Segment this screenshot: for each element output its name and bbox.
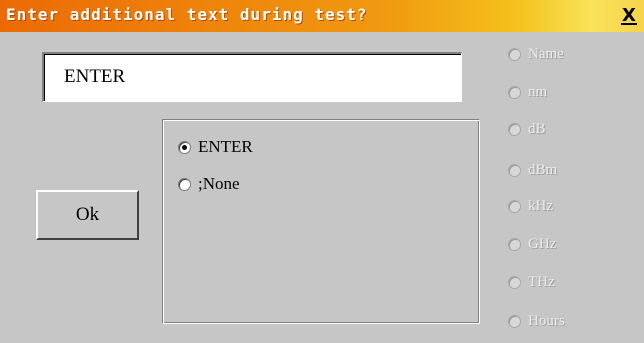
unit-radio-hours[interactable]: Hours: [508, 313, 565, 330]
radio-unselected-icon: [178, 177, 191, 191]
unit-radio-khz[interactable]: kHz: [508, 198, 553, 215]
radio-disabled-icon: [508, 276, 521, 289]
unit-label-nm: nm: [528, 84, 548, 100]
close-underline: [621, 23, 637, 25]
unit-label-hours: Hours: [528, 313, 565, 329]
unit-label-name: Name: [528, 46, 564, 62]
unit-label-dbm: dBm: [528, 162, 558, 178]
option-label-enter: ENTER: [198, 137, 253, 156]
window-title: Enter additional text during test?: [6, 5, 368, 24]
radio-disabled-icon: [508, 315, 521, 328]
unit-radio-db[interactable]: dB: [508, 121, 546, 138]
unit-radio-nm[interactable]: nm: [508, 84, 547, 101]
unit-radio-name[interactable]: Name: [508, 46, 564, 63]
radio-disabled-icon: [508, 200, 521, 213]
option-radio-enter[interactable]: ENTER: [178, 137, 253, 157]
radio-disabled-icon: [508, 164, 521, 177]
option-label-none: ;None: [198, 174, 240, 193]
unit-label-thz: THz: [528, 274, 555, 290]
unit-radio-ghz[interactable]: GHz: [508, 236, 556, 253]
radio-disabled-icon: [508, 238, 521, 251]
unit-radio-dbm[interactable]: dBm: [508, 162, 557, 179]
dialog-window: Enter additional text during test? X ENT…: [0, 0, 644, 343]
radio-disabled-icon: [508, 123, 521, 136]
unit-label-db: dB: [528, 121, 546, 137]
text-entry-field[interactable]: ENTER: [42, 52, 462, 102]
option-radio-none[interactable]: ;None: [178, 174, 240, 194]
close-button[interactable]: X: [618, 5, 640, 27]
unit-label-khz: kHz: [528, 198, 553, 214]
unit-radio-thz[interactable]: THz: [508, 274, 555, 291]
radio-selected-icon: [178, 140, 191, 154]
radio-disabled-icon: [508, 48, 521, 61]
radio-disabled-icon: [508, 86, 521, 99]
title-bar: Enter additional text during test? X: [0, 0, 644, 32]
ok-button[interactable]: Ok: [36, 190, 139, 240]
unit-label-ghz: GHz: [528, 236, 557, 252]
